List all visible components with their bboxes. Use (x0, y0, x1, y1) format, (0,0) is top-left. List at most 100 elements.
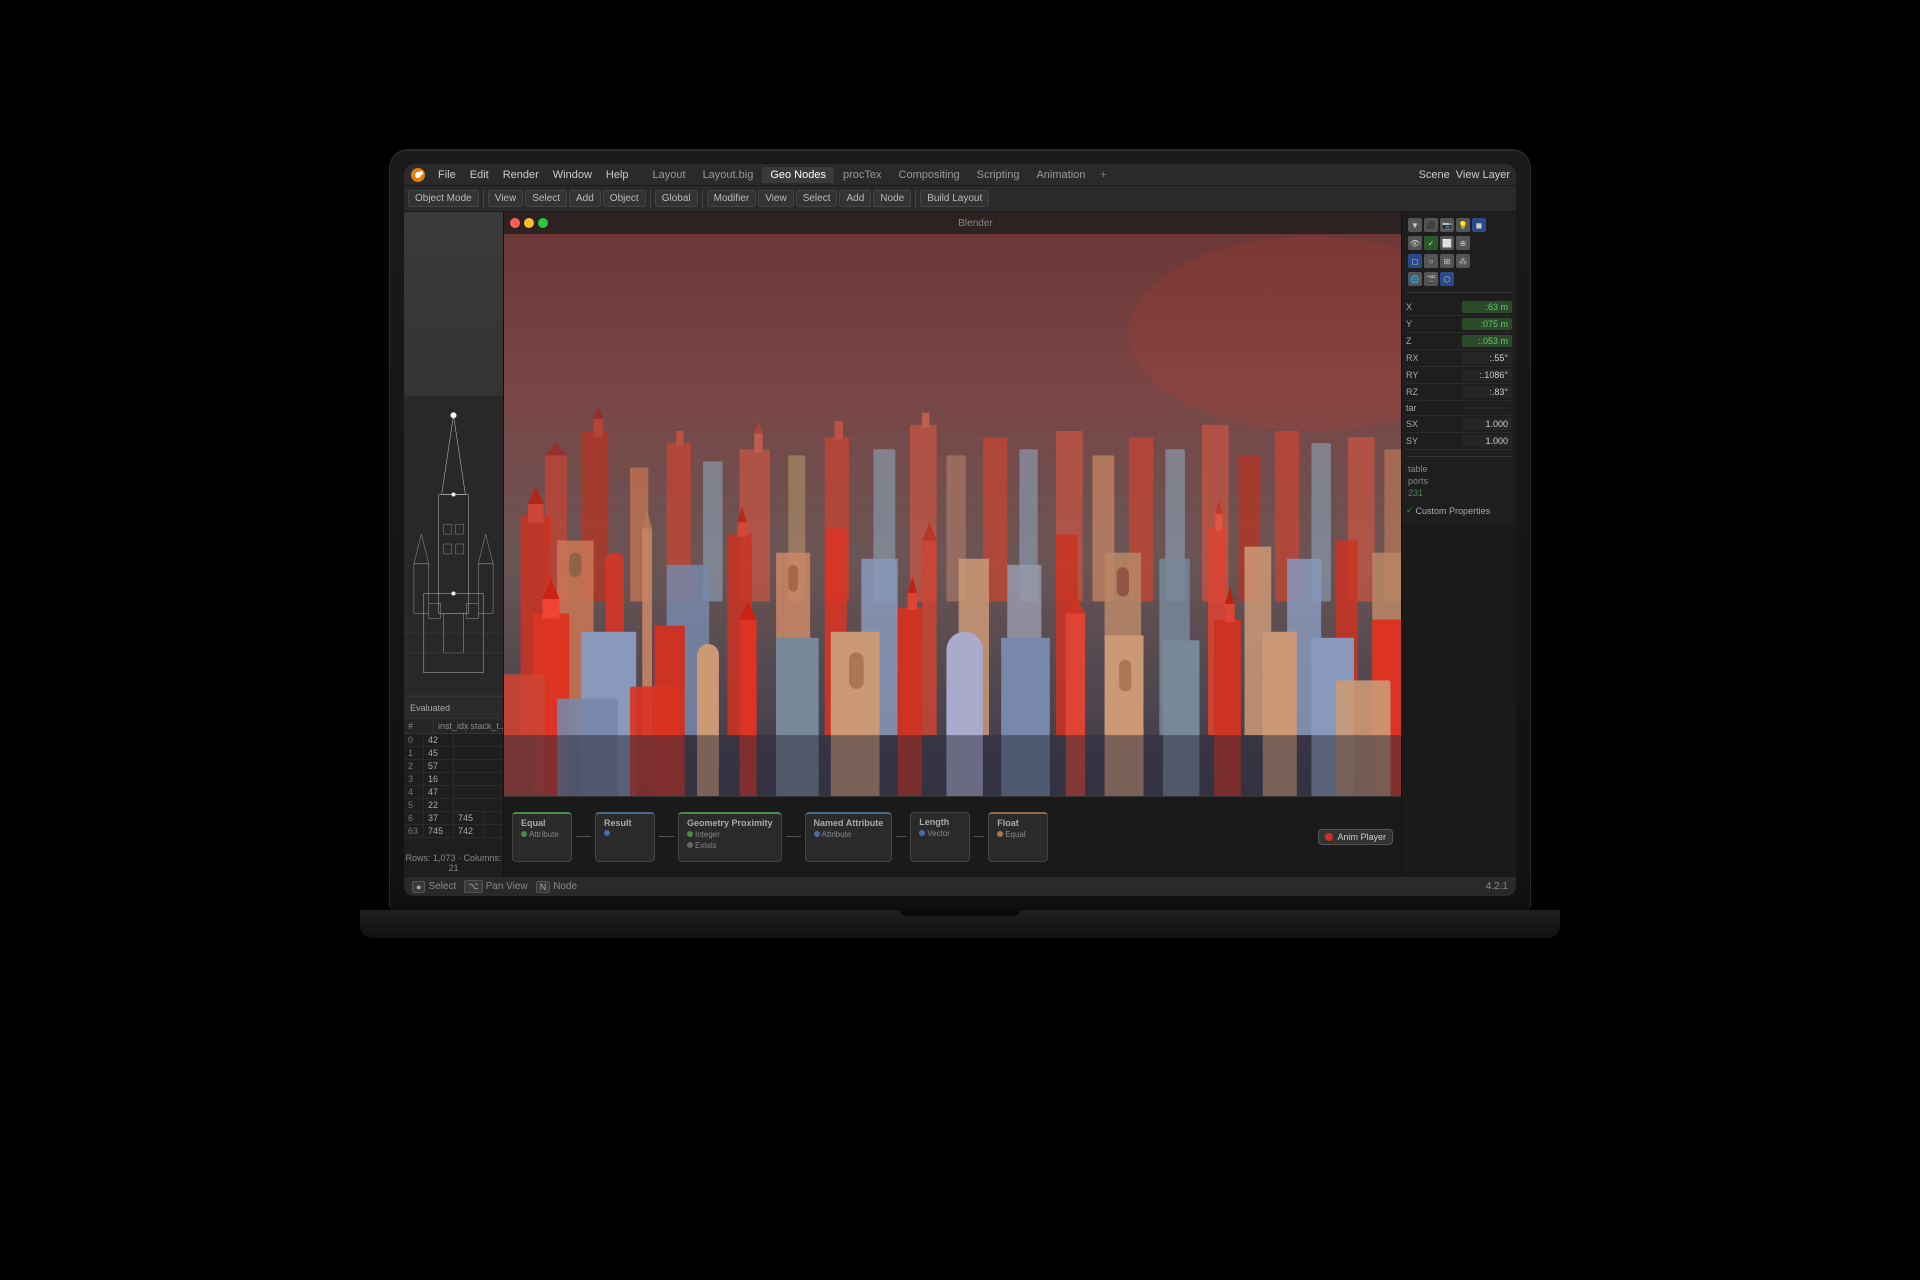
menu-render[interactable]: Render (497, 167, 545, 183)
prop-rz-value[interactable]: :.83° (1462, 386, 1512, 398)
add2-menu[interactable]: Add (839, 190, 871, 207)
layer-vis-icon[interactable]: ✓ (1424, 236, 1438, 250)
prop-sx-value[interactable]: 1.000 (1462, 418, 1512, 430)
select-icon[interactable]: ⬜ (1440, 236, 1454, 250)
anim-player-badge[interactable]: Anim Player (1318, 829, 1393, 845)
menu-window[interactable]: Window (547, 167, 598, 183)
add-menu[interactable]: Add (569, 190, 601, 207)
cell-3-idx: 3 (404, 773, 424, 785)
node-float[interactable]: Float Equal (988, 812, 1048, 862)
menu-file[interactable]: File (432, 167, 462, 183)
cell-6-a: 37 (424, 812, 454, 824)
version-label: 4.2.1 (1486, 881, 1508, 892)
object-menu[interactable]: Object (603, 190, 646, 207)
viewport-title: Blender (556, 218, 1395, 229)
scene-selector[interactable]: Scene (1419, 169, 1450, 181)
node-wire-5 (974, 836, 984, 837)
prop-ry-value[interactable]: :.1086° (1462, 369, 1512, 381)
add-workspace-button[interactable]: + (1094, 167, 1112, 183)
status-select: ● Select (412, 881, 456, 893)
prop-sy-value[interactable]: 1.000 (1462, 435, 1512, 447)
view3d-icon[interactable]: ◻ (1408, 254, 1422, 268)
node-equal-1-attr: Attribute (521, 830, 563, 839)
checkmark-icon: ✓ (1406, 505, 1414, 516)
center-viewport[interactable]: Blender (504, 212, 1401, 876)
close-button[interactable] (510, 218, 520, 228)
tab-layout-big[interactable]: Layout.big (695, 167, 762, 183)
select-menu[interactable]: Select (525, 190, 567, 207)
cell-5-a: 22 (424, 799, 454, 811)
view-layer-selector[interactable]: View Layer (1456, 169, 1510, 181)
transform-icon[interactable]: ⊕ (1456, 236, 1470, 250)
menu-bar-right: Scene View Layer (1419, 169, 1510, 181)
prop-y-value[interactable]: :075 m (1462, 318, 1512, 330)
node-named-attr-conn: Attribute (814, 830, 884, 839)
tab-animation[interactable]: Animation (1028, 167, 1093, 183)
particle-icon[interactable]: ⁂ (1456, 254, 1470, 268)
data-table-header: # inst_idx stack_t... (404, 719, 503, 734)
toolbar-separator-1 (483, 190, 484, 208)
traffic-lights (510, 218, 548, 228)
prop-x-value[interactable]: :63 m (1462, 301, 1512, 313)
modifier-btn[interactable]: Modifier (707, 190, 757, 207)
menu-edit[interactable]: Edit (464, 167, 495, 183)
status-pan: ⌥ Pan View (464, 880, 527, 893)
tab-compositing[interactable]: Compositing (891, 167, 968, 183)
status-node: N Node (536, 881, 577, 893)
laptop-hinge (900, 910, 1020, 916)
viewport-render[interactable] (504, 212, 1401, 796)
eye-icon[interactable]: 👁 (1408, 236, 1422, 250)
prop-sy: SY 1.000 (1406, 433, 1512, 450)
node-named-attribute[interactable]: Named Attribute Attribute (805, 812, 893, 862)
light-icon[interactable]: 💡 (1456, 218, 1470, 232)
prop-rz: RZ :.83° (1406, 384, 1512, 401)
node-wire-2 (659, 836, 674, 837)
rows-info: Rows: 1,073 · Columns: 21 (404, 852, 503, 874)
connector-dot-2 (604, 830, 610, 836)
render-icon[interactable]: ⬛ (1424, 218, 1438, 232)
prop-ry: RY :.1086° (1406, 367, 1512, 384)
tab-proctex[interactable]: procTex (835, 167, 890, 183)
laptop-shadow (310, 942, 1610, 962)
table-row: 0 42 (404, 734, 503, 747)
node-geometry-proximity[interactable]: Geometry Proximity Integer Exists (678, 812, 782, 862)
cell-63-idx: 63 (404, 825, 424, 837)
node-key: N (536, 881, 551, 893)
view2-menu[interactable]: View (758, 190, 794, 207)
cell-63-a: 745 (424, 825, 454, 837)
prop-rx-value[interactable]: :.55° (1462, 352, 1512, 364)
camera-icon[interactable]: 📷 (1440, 218, 1454, 232)
filter-icon[interactable]: ▼ (1408, 218, 1422, 232)
tab-layout[interactable]: Layout (645, 167, 694, 183)
table-row: 3 16 (404, 773, 503, 786)
geo-nodes-icon[interactable]: ⬡ (1440, 272, 1454, 286)
select2-menu[interactable]: Select (796, 190, 838, 207)
mat-icon[interactable]: ○ (1424, 254, 1438, 268)
mesh-icon[interactable]: ◼ (1472, 218, 1486, 232)
constraint-icon[interactable]: ⊞ (1440, 254, 1454, 268)
tab-geo-nodes[interactable]: Geo Nodes (762, 167, 834, 183)
node-wire-1 (576, 836, 591, 837)
view-menu[interactable]: View (488, 190, 524, 207)
right-panel-separator-2 (1406, 456, 1512, 457)
scene-icon[interactable]: 🎬 (1424, 272, 1438, 286)
node-equal-1[interactable]: Equal Attribute (512, 812, 572, 862)
maximize-button[interactable] (538, 218, 548, 228)
node-menu[interactable]: Node (873, 190, 911, 207)
prop-tar-value[interactable] (1462, 407, 1512, 409)
minimize-button[interactable] (524, 218, 534, 228)
properties-section: X :63 m Y :075 m Z :.053 (1404, 297, 1514, 452)
world-icon[interactable]: 🌐 (1408, 272, 1422, 286)
mode-selector[interactable]: Object Mode (408, 190, 479, 207)
node-length[interactable]: Length Vector (910, 812, 970, 862)
icon-row-4: 🌐 🎬 ⬡ (1404, 270, 1514, 288)
node-float-conn: Equal (997, 830, 1039, 839)
tab-scripting[interactable]: Scripting (969, 167, 1028, 183)
build-layout-btn[interactable]: Build Layout (920, 190, 989, 207)
transform-global[interactable]: Global (655, 190, 698, 207)
anim-player-close-icon[interactable] (1325, 833, 1333, 841)
menu-help[interactable]: Help (600, 167, 635, 183)
screen-bezel: File Edit Render Window Help Layout Layo… (404, 164, 1516, 896)
node-result[interactable]: Result (595, 812, 655, 862)
prop-z-value[interactable]: :.053 m (1462, 335, 1512, 347)
